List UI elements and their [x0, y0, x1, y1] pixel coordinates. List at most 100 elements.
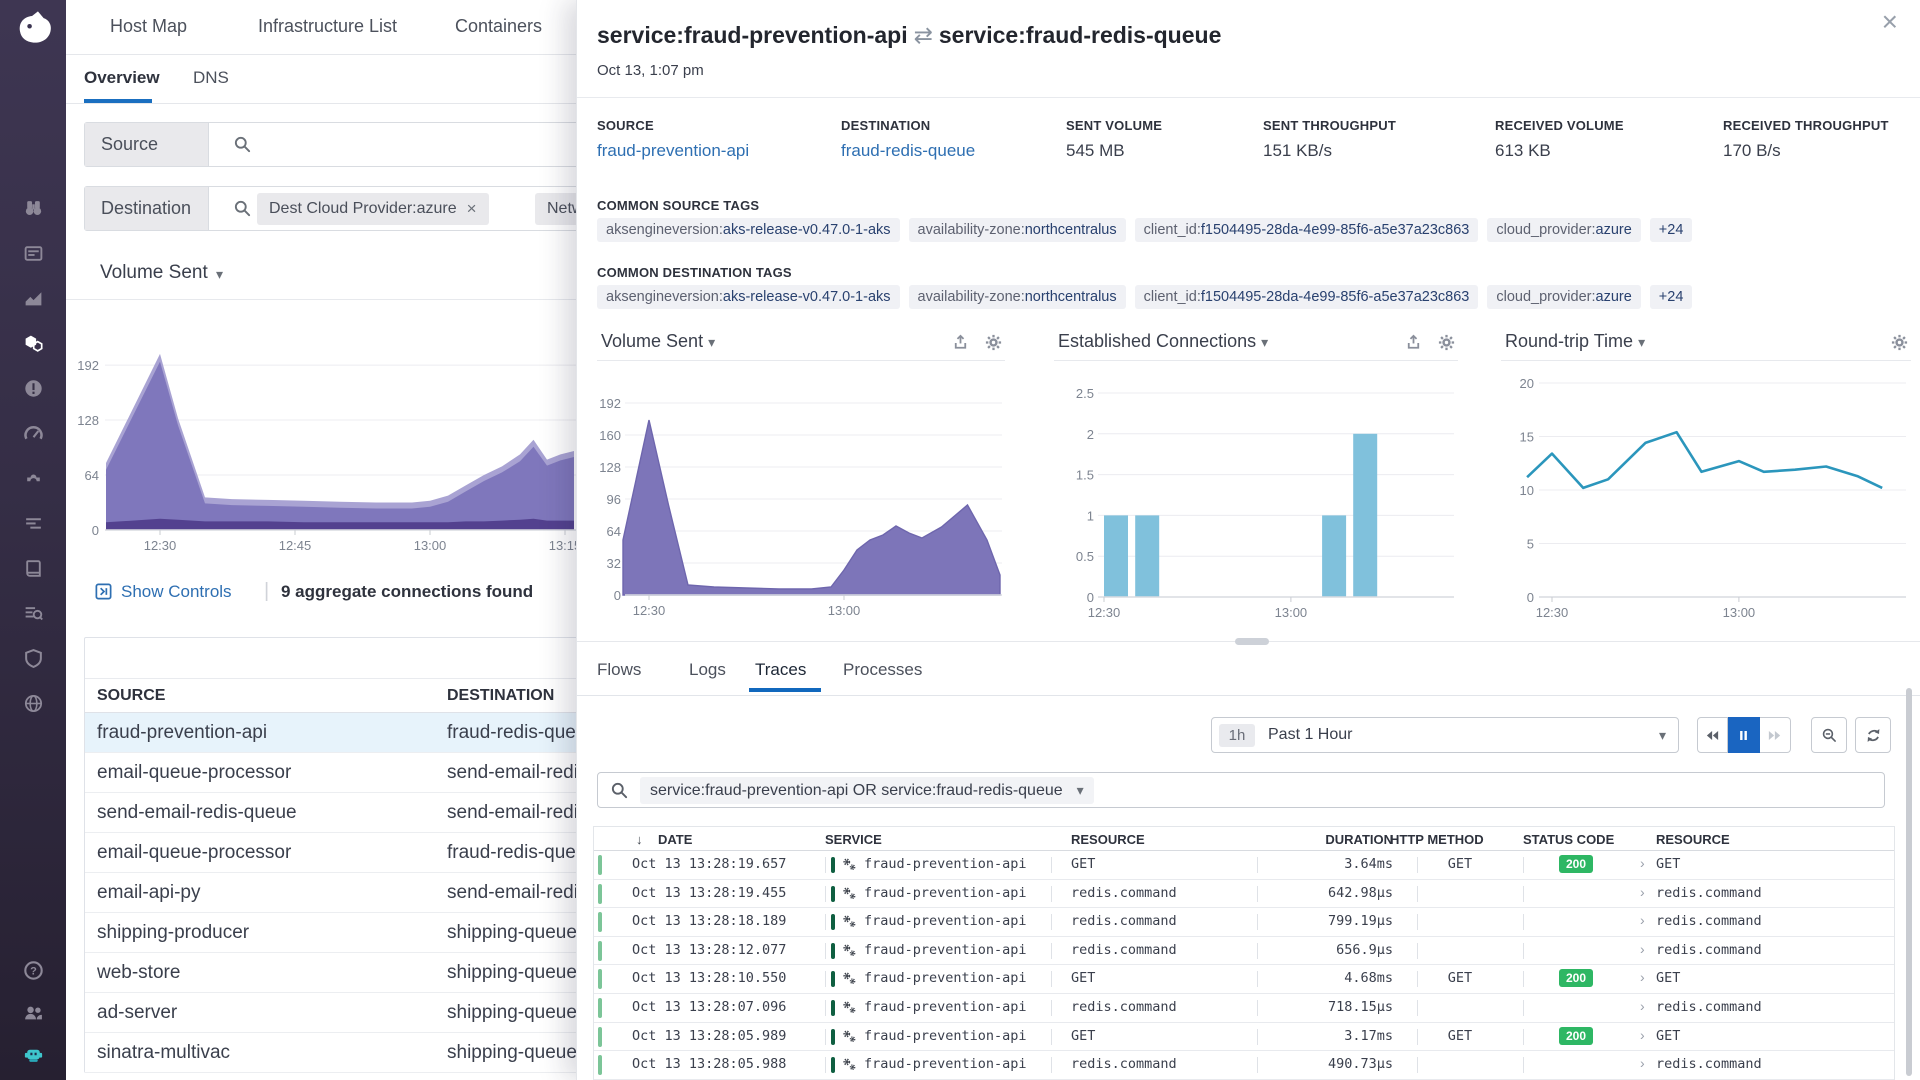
tag-pill[interactable]: aksengineversion:aks-release-v0.47.0-1-a… — [597, 285, 900, 309]
source-filter-row[interactable]: Source — [84, 122, 576, 167]
tab-host-map[interactable]: Host Map — [110, 16, 187, 37]
apm-icon[interactable] — [21, 421, 45, 445]
vertical-scrollbar[interactable] — [1906, 688, 1912, 1076]
tab-containers[interactable]: Containers — [455, 16, 542, 37]
help-icon[interactable]: ? — [21, 958, 45, 982]
trace-row[interactable]: Oct 13 13:28:07.096fraud-prevention-apir… — [594, 994, 1894, 1023]
trace-row[interactable]: Oct 13 13:28:12.077fraud-prevention-apir… — [594, 937, 1894, 966]
close-icon[interactable]: × — [1882, 8, 1898, 36]
tab-flows[interactable]: Flows — [597, 660, 641, 680]
destination-filter-pill[interactable]: Dest Cloud Provider:azure× — [257, 193, 489, 225]
volume-sent-chart[interactable]: 032649612816019212:3013:00 — [597, 361, 1005, 629]
tab-infrastructure-list[interactable]: Infrastructure List — [258, 16, 397, 37]
connection-row[interactable]: email-queue-processorsend-email-redis-qu… — [85, 753, 576, 793]
tag-pill[interactable]: client_id:f1504495-28da-4e99-85f6-a5e37a… — [1135, 218, 1479, 242]
log-explorer-icon[interactable] — [21, 601, 45, 625]
trace-row[interactable]: Oct 13 13:28:10.550fraud-prevention-apiG… — [594, 965, 1894, 994]
volume-sent-stacked-chart[interactable]: 06412819212:3012:4513:0013:15 — [66, 300, 576, 562]
fast-forward-button[interactable] — [1760, 717, 1791, 753]
metric-value[interactable]: fraud-prevention-api — [597, 141, 749, 161]
trace-row[interactable]: Oct 13 13:28:19.657fraud-prevention-apiG… — [594, 851, 1894, 880]
integrations-icon[interactable] — [21, 466, 45, 490]
tag-pill[interactable]: cloud_provider:azure — [1487, 285, 1640, 309]
trace-duration: 656.9µs — [1277, 942, 1393, 958]
show-controls-link[interactable]: Show Controls — [121, 582, 232, 602]
tab-traces[interactable]: Traces — [755, 660, 806, 680]
column-header-http-method[interactable]: HTTP METHOD — [1390, 832, 1484, 847]
expand-controls-icon[interactable] — [94, 582, 113, 601]
trace-search-input[interactable]: service:fraud-prevention-api OR service:… — [597, 772, 1885, 808]
zoom-out-button[interactable] — [1811, 717, 1847, 753]
drag-handle[interactable] — [1235, 638, 1269, 645]
binoculars-icon[interactable] — [21, 196, 45, 220]
column-header-sort[interactable]: ↓ — [636, 832, 643, 847]
subtab-overview[interactable]: Overview — [84, 68, 160, 88]
search-query-pill[interactable]: service:fraud-prevention-api OR service:… — [640, 777, 1094, 804]
settings-icon[interactable] — [1437, 333, 1456, 352]
user-avatar[interactable] — [21, 1042, 45, 1066]
export-icon[interactable] — [951, 333, 970, 352]
column-header-resource[interactable]: RESOURCE — [1071, 832, 1145, 847]
sort-desc-icon[interactable]: ↓ — [636, 832, 643, 847]
destination-filter-pill[interactable]: Netw — [535, 193, 576, 225]
service-map-icon[interactable] — [21, 331, 45, 355]
destination-filter-row[interactable]: Destination Dest Cloud Provider:azure×Ne… — [84, 186, 576, 231]
connection-row[interactable]: email-queue-processorfraud-redis-queue — [85, 833, 576, 873]
subtab-dns[interactable]: DNS — [193, 68, 229, 88]
tag-pill[interactable]: aksengineversion:aks-release-v0.47.0-1-a… — [597, 218, 900, 242]
column-header-date[interactable]: DATE — [658, 832, 692, 847]
datadog-logo-icon[interactable] — [14, 8, 52, 46]
more-tags-pill[interactable]: +24 — [1650, 218, 1693, 242]
rewind-button[interactable] — [1697, 717, 1728, 753]
export-icon[interactable] — [1404, 333, 1423, 352]
column-header-duration[interactable]: DURATION — [1277, 832, 1393, 847]
chart-title[interactable]: Round-trip Time ▾ — [1505, 331, 1645, 352]
trace-row[interactable]: Oct 13 13:28:19.455fraud-prevention-apir… — [594, 880, 1894, 909]
column-header-source[interactable]: SOURCE — [97, 687, 165, 705]
column-header-destination[interactable]: DESTINATION — [447, 687, 554, 705]
tag-pill[interactable]: availability-zone:northcentralus — [909, 285, 1126, 309]
trace-row[interactable]: Oct 13 13:28:05.989fraud-prevention-apiG… — [594, 1023, 1894, 1052]
column-header-service[interactable]: SERVICE — [825, 832, 882, 847]
connection-row[interactable]: ad-servershipping-queue-redis — [85, 993, 576, 1033]
connection-row[interactable]: web-storeshipping-queue-redis — [85, 953, 576, 993]
metric-value[interactable]: fraud-redis-queue — [841, 141, 975, 161]
more-tags-pill[interactable]: +24 — [1650, 285, 1693, 309]
pause-button[interactable] — [1728, 717, 1759, 753]
svg-text:32: 32 — [607, 556, 621, 571]
network-icon[interactable] — [21, 511, 45, 535]
monitors-icon[interactable] — [21, 376, 45, 400]
notebooks-icon[interactable] — [21, 556, 45, 580]
column-header-status-code[interactable]: STATUS CODE — [1523, 832, 1614, 847]
established-connections-chart[interactable]: 00.511.522.512:3013:00 — [1054, 361, 1458, 629]
settings-icon[interactable] — [1890, 333, 1909, 352]
connection-row[interactable]: sinatra-multivacshipping-queue-redis — [85, 1033, 576, 1073]
security-icon[interactable] — [21, 646, 45, 670]
connections-table-filter-row[interactable] — [85, 638, 576, 679]
connection-row[interactable]: shipping-producershipping-queue-redis — [85, 913, 576, 953]
refresh-button[interactable] — [1855, 717, 1891, 753]
round-trip-time-chart[interactable]: 0510152012:3013:00 — [1501, 361, 1911, 629]
tag-pill[interactable]: client_id:f1504495-28da-4e99-85f6-a5e37a… — [1135, 285, 1479, 309]
settings-icon[interactable] — [984, 333, 1003, 352]
connection-row[interactable]: email-api-pysend-email-redis-queue — [85, 873, 576, 913]
chart-title[interactable]: Volume Sent ▾ — [601, 331, 715, 352]
connection-row[interactable]: fraud-prevention-apifraud-redis-queue — [85, 713, 576, 753]
synthetics-icon[interactable] — [21, 691, 45, 715]
trace-row[interactable]: Oct 13 13:28:18.189fraud-prevention-apir… — [594, 908, 1894, 937]
users-icon[interactable] — [21, 1000, 45, 1024]
trace-row[interactable]: Oct 13 13:28:05.988fraud-prevention-apir… — [594, 1051, 1894, 1080]
dashboards-icon[interactable] — [21, 241, 45, 265]
tab-processes[interactable]: Processes — [843, 660, 922, 680]
tag-pill[interactable]: availability-zone:northcentralus — [909, 218, 1126, 242]
remove-filter-icon[interactable]: × — [467, 199, 477, 219]
metrics-icon[interactable] — [21, 286, 45, 310]
column-header-resource[interactable]: RESOURCE — [1656, 832, 1730, 847]
chart-title[interactable]: Established Connections ▾ — [1058, 331, 1268, 352]
tag-pill[interactable]: cloud_provider:azure — [1487, 218, 1640, 242]
connection-row[interactable]: send-email-redis-queuesend-email-redis-q… — [85, 793, 576, 833]
metric-selector[interactable]: Volume Sent — [100, 262, 208, 284]
time-range-select[interactable]: 1h Past 1 Hour ▾ — [1211, 717, 1679, 753]
svg-text:12:30: 12:30 — [1536, 605, 1569, 620]
tab-logs[interactable]: Logs — [689, 660, 726, 680]
